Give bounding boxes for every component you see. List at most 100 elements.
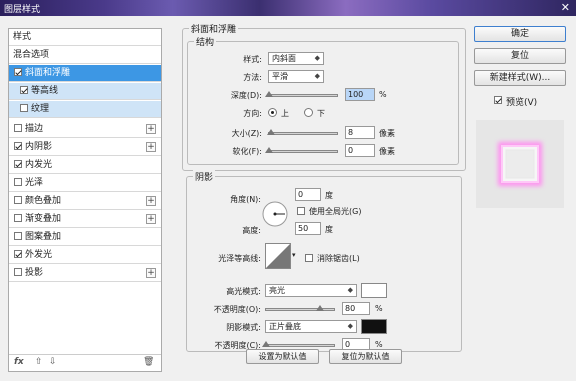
close-icon[interactable]: ✕ [561,1,570,14]
antialias-checkbox[interactable] [305,254,313,262]
highlight-opacity-input[interactable]: 80 [342,302,370,315]
outer-glow-label: 外发光 [25,250,53,260]
style-item-bevel[interactable]: 斜面和浮雕 [9,65,161,82]
bevel-style-select[interactable]: 内斜面 ◆ [268,52,324,65]
size-unit: 像素 [379,129,395,138]
size-input[interactable]: 8 [345,126,375,139]
highlight-opacity-unit: % [375,304,383,313]
shading-title: 阴影 [193,170,216,183]
add-color-overlay-icon[interactable]: + [146,196,156,206]
highlight-opacity-label: 不透明度(O): [213,305,261,314]
pattern-overlay-checkbox[interactable] [14,232,22,240]
style-header-label: 样式 [13,32,32,42]
gloss-contour-arrow-icon[interactable]: ▾ [292,251,296,259]
angle-dial[interactable] [261,200,289,228]
style-item-texture[interactable]: 纹理 [9,101,161,118]
color-overlay-checkbox[interactable] [14,196,22,204]
texture-checkbox[interactable] [20,104,28,112]
shadow-mode-select[interactable]: 正片叠底 ◆ [265,320,357,333]
size-slider[interactable] [267,129,338,135]
outer-glow-checkbox[interactable] [14,250,22,258]
set-default-button[interactable]: 设置为默认值 [246,349,319,364]
gradient-overlay-label: 渐变叠加 [25,214,62,224]
shadow-color-swatch[interactable] [361,319,387,334]
direction-down-label: 下 [317,109,325,118]
depth-slider-thumb[interactable] [265,91,273,97]
reset-button[interactable]: 复位 [474,48,566,64]
style-item-pattern-overlay[interactable]: 图案叠加 [9,229,161,246]
new-style-button[interactable]: 新建样式(W)... [474,70,566,86]
shadow-opacity-unit: % [375,340,383,349]
trash-icon[interactable]: 🗑 [143,357,154,367]
highlight-mode-select[interactable]: 亮光 ◆ [265,284,357,297]
style-label: 样式: [243,55,262,64]
structure-group: 结构 样式: 内斜面 ◆ 方法: 平滑 ◆ 深度(D): 100 % 方向: 上 下… [187,35,459,165]
fx-icon[interactable]: fx [14,357,24,367]
satin-checkbox[interactable] [14,178,22,186]
antialias-label: 消除锯齿(L) [317,254,360,263]
shadow-opacity-slider[interactable] [262,341,335,347]
bevel-checkbox[interactable] [14,68,22,76]
preview-checkbox[interactable] [494,96,502,104]
soften-unit: 像素 [379,147,395,156]
depth-slider[interactable] [265,91,338,97]
bevel-group: 斜面和浮雕 结构 样式: 内斜面 ◆ 方法: 平滑 ◆ 深度(D): 100 % 方… [182,22,466,171]
move-up-icon[interactable]: ⇧ [35,357,43,367]
style-item-blend-options[interactable]: 混合选项 [9,47,161,64]
direction-down-radio[interactable] [304,108,313,117]
angle-input[interactable]: 0 [295,188,321,201]
inner-shadow-label: 内阴影 [25,142,53,152]
style-list-footer: fx ⇧ ⇩ 🗑 [9,354,161,371]
style-item-drop-shadow[interactable]: 投影 + [9,265,161,282]
method-select[interactable]: 平滑 ◆ [268,70,324,83]
style-preview [476,120,564,208]
highlight-mode-label: 高光模式: [226,287,261,296]
shadow-opacity-thumb[interactable] [262,341,270,347]
global-light-label: 使用全局光(G) [309,207,362,216]
depth-label: 深度(D): [230,91,262,100]
soften-input[interactable]: 0 [345,144,375,157]
soften-slider[interactable] [265,147,338,153]
gloss-contour-preview[interactable] [265,243,291,269]
move-down-icon[interactable]: ⇩ [49,357,57,367]
contour-checkbox[interactable] [20,86,28,94]
layer-style-dialog: 样式 混合选项 斜面和浮雕 等高线 纹理 描边 + 内阴影 + 内发光 光泽 颜色叠… [0,16,576,381]
gradient-overlay-checkbox[interactable] [14,214,22,222]
style-item-satin[interactable]: 光泽 [9,175,161,192]
drop-shadow-label: 投影 [25,268,44,278]
style-item-inner-glow[interactable]: 内发光 [9,157,161,174]
style-item-outer-glow[interactable]: 外发光 [9,247,161,264]
style-item-contour[interactable]: 等高线 [9,83,161,100]
reset-default-button[interactable]: 复位为默认值 [329,349,402,364]
soften-slider-thumb[interactable] [265,147,273,153]
depth-input[interactable]: 100 [345,88,375,101]
bevel-label: 斜面和浮雕 [25,68,71,78]
inner-shadow-checkbox[interactable] [14,142,22,150]
style-item-gradient-overlay[interactable]: 渐变叠加 + [9,211,161,228]
altitude-input[interactable]: 50 [295,222,321,235]
add-inner-shadow-icon[interactable]: + [146,142,156,152]
highlight-opacity-slider[interactable] [265,305,335,311]
stroke-checkbox[interactable] [14,124,22,132]
style-list: 样式 混合选项 斜面和浮雕 等高线 纹理 描边 + 内阴影 + 内发光 光泽 颜色叠… [8,28,162,372]
highlight-color-swatch[interactable] [361,283,387,298]
add-stroke-icon[interactable]: + [146,124,156,134]
texture-label: 纹理 [31,104,50,114]
direction-up-radio[interactable] [268,108,277,117]
direction-up-label: 上 [281,109,289,118]
style-item-color-overlay[interactable]: 颜色叠加 + [9,193,161,210]
add-gradient-overlay-icon[interactable]: + [146,214,156,224]
add-drop-shadow-icon[interactable]: + [146,268,156,278]
style-item-inner-shadow[interactable]: 内阴影 + [9,139,161,156]
ok-button[interactable]: 确定 [474,26,566,42]
angle-label: 角度(N): [230,195,261,204]
inner-glow-checkbox[interactable] [14,160,22,168]
style-list-header[interactable]: 样式 [9,29,161,46]
highlight-opacity-thumb[interactable] [316,305,325,311]
size-slider-thumb[interactable] [267,129,276,135]
style-item-stroke[interactable]: 描边 + [9,121,161,138]
contour-label: 等高线 [31,86,59,96]
global-light-checkbox[interactable] [297,207,305,215]
bevel-style-value: 内斜面 [272,54,296,63]
drop-shadow-checkbox[interactable] [14,268,22,276]
